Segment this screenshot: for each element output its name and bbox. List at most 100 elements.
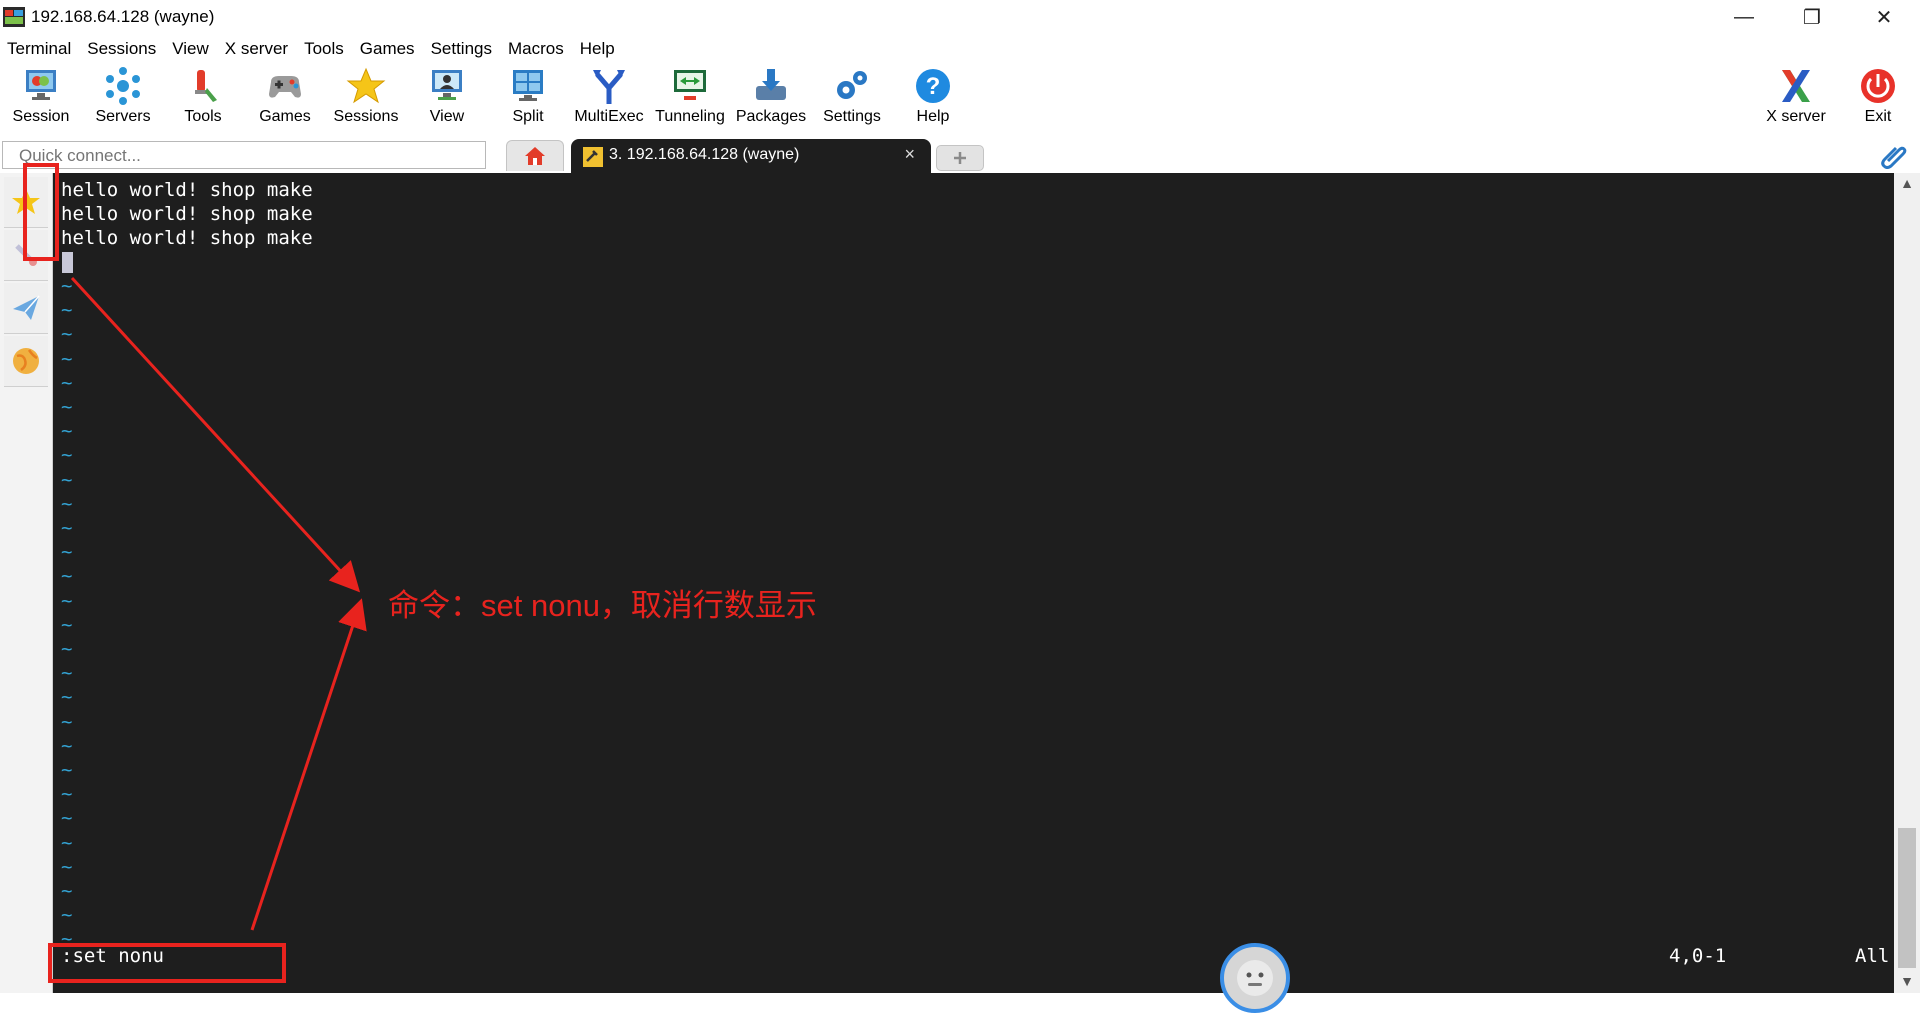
vim-tilde-marker: ~ [61,323,73,346]
sidebar-macros-button[interactable] [4,283,48,334]
vim-tilde-marker: ~ [61,686,73,709]
power-icon [1861,69,1895,103]
packages-label: Packages [735,108,807,125]
servers-network-icon [106,67,140,105]
terminal-line-3: hello world! shop make [61,227,313,249]
settings-button[interactable]: Settings [812,64,892,134]
help-button[interactable]: ? Help [893,64,973,134]
exit-label: Exit [1864,108,1892,125]
restore-button[interactable]: ❐ [1784,0,1840,34]
vim-tilde-marker: ~ [61,492,73,515]
terminal-scrollbar[interactable]: ▲ ▼ [1894,173,1920,993]
session-button[interactable]: Session [1,64,81,134]
scroll-down-arrow-icon[interactable]: ▼ [1894,973,1920,991]
vim-tilde-marker: ~ [61,855,73,878]
split-label: Split [512,108,544,125]
multiexec-button[interactable]: MultiExec [569,64,649,134]
menu-sessions[interactable]: Sessions [80,36,165,62]
tunneling-icon [674,70,706,100]
x-server-button[interactable]: X server [1756,64,1836,134]
split-button[interactable]: Split [488,64,568,134]
terminal-line-1: hello world! shop make [61,179,313,201]
view-button[interactable]: View [407,64,487,134]
ssh-key-icon [583,147,603,167]
view-monitor-icon [432,70,462,100]
svg-text:?: ? [926,73,941,100]
attachment-clip-icon[interactable] [1880,141,1908,169]
menu-terminal[interactable]: Terminal [0,36,80,62]
annotation-box-line-numbers [23,163,59,261]
menu-view[interactable]: View [165,36,218,62]
vim-tilde-marker: ~ [61,638,73,660]
home-tab[interactable] [506,140,564,171]
games-button[interactable]: Games [245,64,325,134]
tools-label: Tools [184,108,222,125]
vim-tilde-marker: ~ [61,831,73,854]
vim-tilde-marker: ~ [61,299,73,322]
tools-button[interactable]: Tools [163,64,243,134]
vim-tilde-marker: ~ [61,710,73,733]
sessions-button[interactable]: Sessions [326,64,406,134]
games-label: Games [259,108,311,125]
menu-macros[interactable]: Macros [501,36,573,62]
session-label: Session [12,108,70,125]
packages-download-icon [756,69,786,100]
split-screen-icon [513,70,543,101]
session-monitor-icon [26,70,56,100]
help-question-icon: ? [916,69,950,103]
vim-tilde-marker: ~ [61,565,73,588]
terminal-line-2: hello world! shop make [61,203,313,225]
plus-icon [954,152,966,164]
vim-tilde-marker: ~ [61,662,73,685]
home-icon [525,147,545,165]
tab-row: 3. 192.168.64.128 (wayne) × [0,137,1920,173]
vim-tilde-marker: ~ [61,420,73,443]
vim-tilde-marker: ~ [61,541,73,564]
active-session-tab[interactable]: 3. 192.168.64.128 (wayne) × [571,139,931,173]
vim-tilde-marker: ~ [61,517,73,539]
sidebar-sftp-button[interactable] [4,336,48,387]
gamepad-icon [269,76,301,98]
tab-close-icon[interactable]: × [904,144,915,165]
title-bar: 192.168.64.128 (wayne) — ❐ ✕ [0,0,1920,34]
scrollbar-thumb[interactable] [1898,828,1916,968]
close-window-button[interactable]: ✕ [1856,0,1912,34]
vim-tilde-marker: ~ [61,347,73,370]
vim-tilde-marker: ~ [61,468,73,491]
quick-connect-input[interactable] [17,143,491,169]
close-icon: ✕ [1875,6,1893,29]
paper-plane-icon [13,295,40,320]
globe-icon [13,348,39,374]
tunneling-button[interactable]: Tunneling [650,64,730,134]
menu-x-server[interactable]: X server [218,36,297,62]
menu-games[interactable]: Games [353,36,424,62]
terminal-cursor [62,252,73,273]
multiexec-label: MultiExec [574,108,644,125]
tunneling-label: Tunneling [655,108,725,125]
minimize-icon: — [1734,5,1754,28]
annotation-text: 命令：set nonu，取消行数显示 [388,588,817,623]
exit-button[interactable]: Exit [1838,64,1918,134]
minimize-button[interactable]: — [1716,0,1772,34]
vim-tilde-marker: ~ [61,807,73,830]
vim-tilde-marker: ~ [61,904,73,927]
vim-tilde-marker: ~ [61,734,73,757]
floating-assistant-avatar[interactable] [1220,943,1290,1013]
vim-tilde-marker: ~ [61,613,73,636]
new-tab-button[interactable] [936,145,984,171]
servers-button[interactable]: Servers [83,64,163,134]
terminal-area[interactable]: hello world! shop make hello world! shop… [53,173,1894,993]
settings-label: Settings [823,108,881,125]
menu-help[interactable]: Help [573,36,624,62]
packages-button[interactable]: Packages [731,64,811,134]
menu-tools[interactable]: Tools [297,36,353,62]
restore-icon: ❐ [1803,6,1821,29]
tools-icon [195,70,217,102]
x-server-icon [1782,70,1810,102]
scroll-up-arrow-icon[interactable]: ▲ [1894,175,1920,193]
vim-tilde-marker: ~ [61,275,73,297]
window-title: 192.168.64.128 (wayne) [31,7,215,26]
multiexec-fork-icon [593,70,625,104]
menu-settings[interactable]: Settings [424,36,501,62]
active-tab-label: 3. 192.168.64.128 (wayne) [609,146,800,163]
